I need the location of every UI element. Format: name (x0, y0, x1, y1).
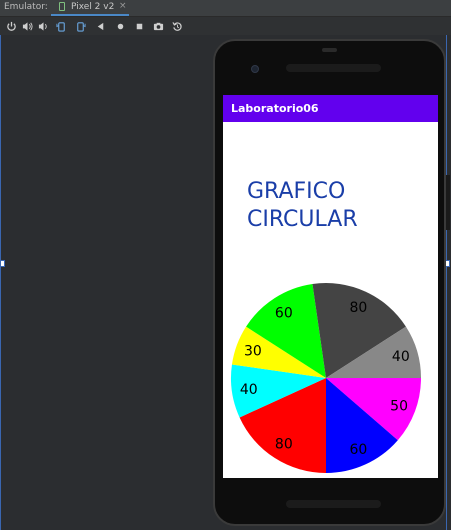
tab-close-icon[interactable]: × (119, 1, 127, 11)
left-panel-edge (0, 35, 1, 530)
tab-label: Pixel 2 v2 (71, 2, 115, 12)
pie-slice-label: 30 (244, 344, 262, 360)
overview-icon[interactable] (132, 19, 146, 33)
volume-up-icon[interactable] (20, 19, 34, 33)
phone-side-button[interactable] (446, 175, 450, 230)
phone-screen[interactable]: Laboratorio06 GRAFICO CIRCULAR 50 60 80 40 3… (223, 95, 438, 478)
tab-pixel-2[interactable]: Pixel 2 v2 × (51, 0, 129, 16)
replay-icon[interactable] (170, 19, 184, 33)
power-icon[interactable] (4, 19, 18, 33)
pie-slice-label: 60 (349, 442, 367, 458)
phone-sensor (322, 48, 337, 52)
resize-handle-left[interactable] (0, 260, 5, 267)
rotate-left-icon[interactable] (54, 19, 68, 33)
top-speaker (286, 64, 381, 72)
pie-slice-label: 40 (392, 349, 410, 365)
volume-down-icon[interactable] (36, 19, 50, 33)
emulator-label: Emulator: (4, 2, 48, 12)
back-icon[interactable] (93, 19, 107, 33)
camera-icon[interactable] (151, 19, 165, 33)
bottom-speaker (286, 500, 381, 508)
emulator-toolbar (0, 17, 451, 35)
pie-slice-label: 80 (349, 300, 367, 316)
pie-slice-label: 80 (275, 437, 293, 453)
rotate-right-icon[interactable] (73, 19, 87, 33)
front-camera-icon (251, 65, 259, 73)
pie-slice-label: 40 (240, 382, 258, 398)
pie-slice-label: 60 (275, 305, 293, 321)
pie-chart: 50 60 80 40 30 60 80 40 (231, 283, 421, 473)
emulator-tab-bar: Emulator: Pixel 2 v2 × (0, 0, 451, 17)
pie-slice-label: 50 (390, 398, 408, 414)
right-panel-divider (446, 35, 447, 530)
home-icon[interactable] (113, 19, 127, 33)
device-icon (59, 2, 65, 11)
